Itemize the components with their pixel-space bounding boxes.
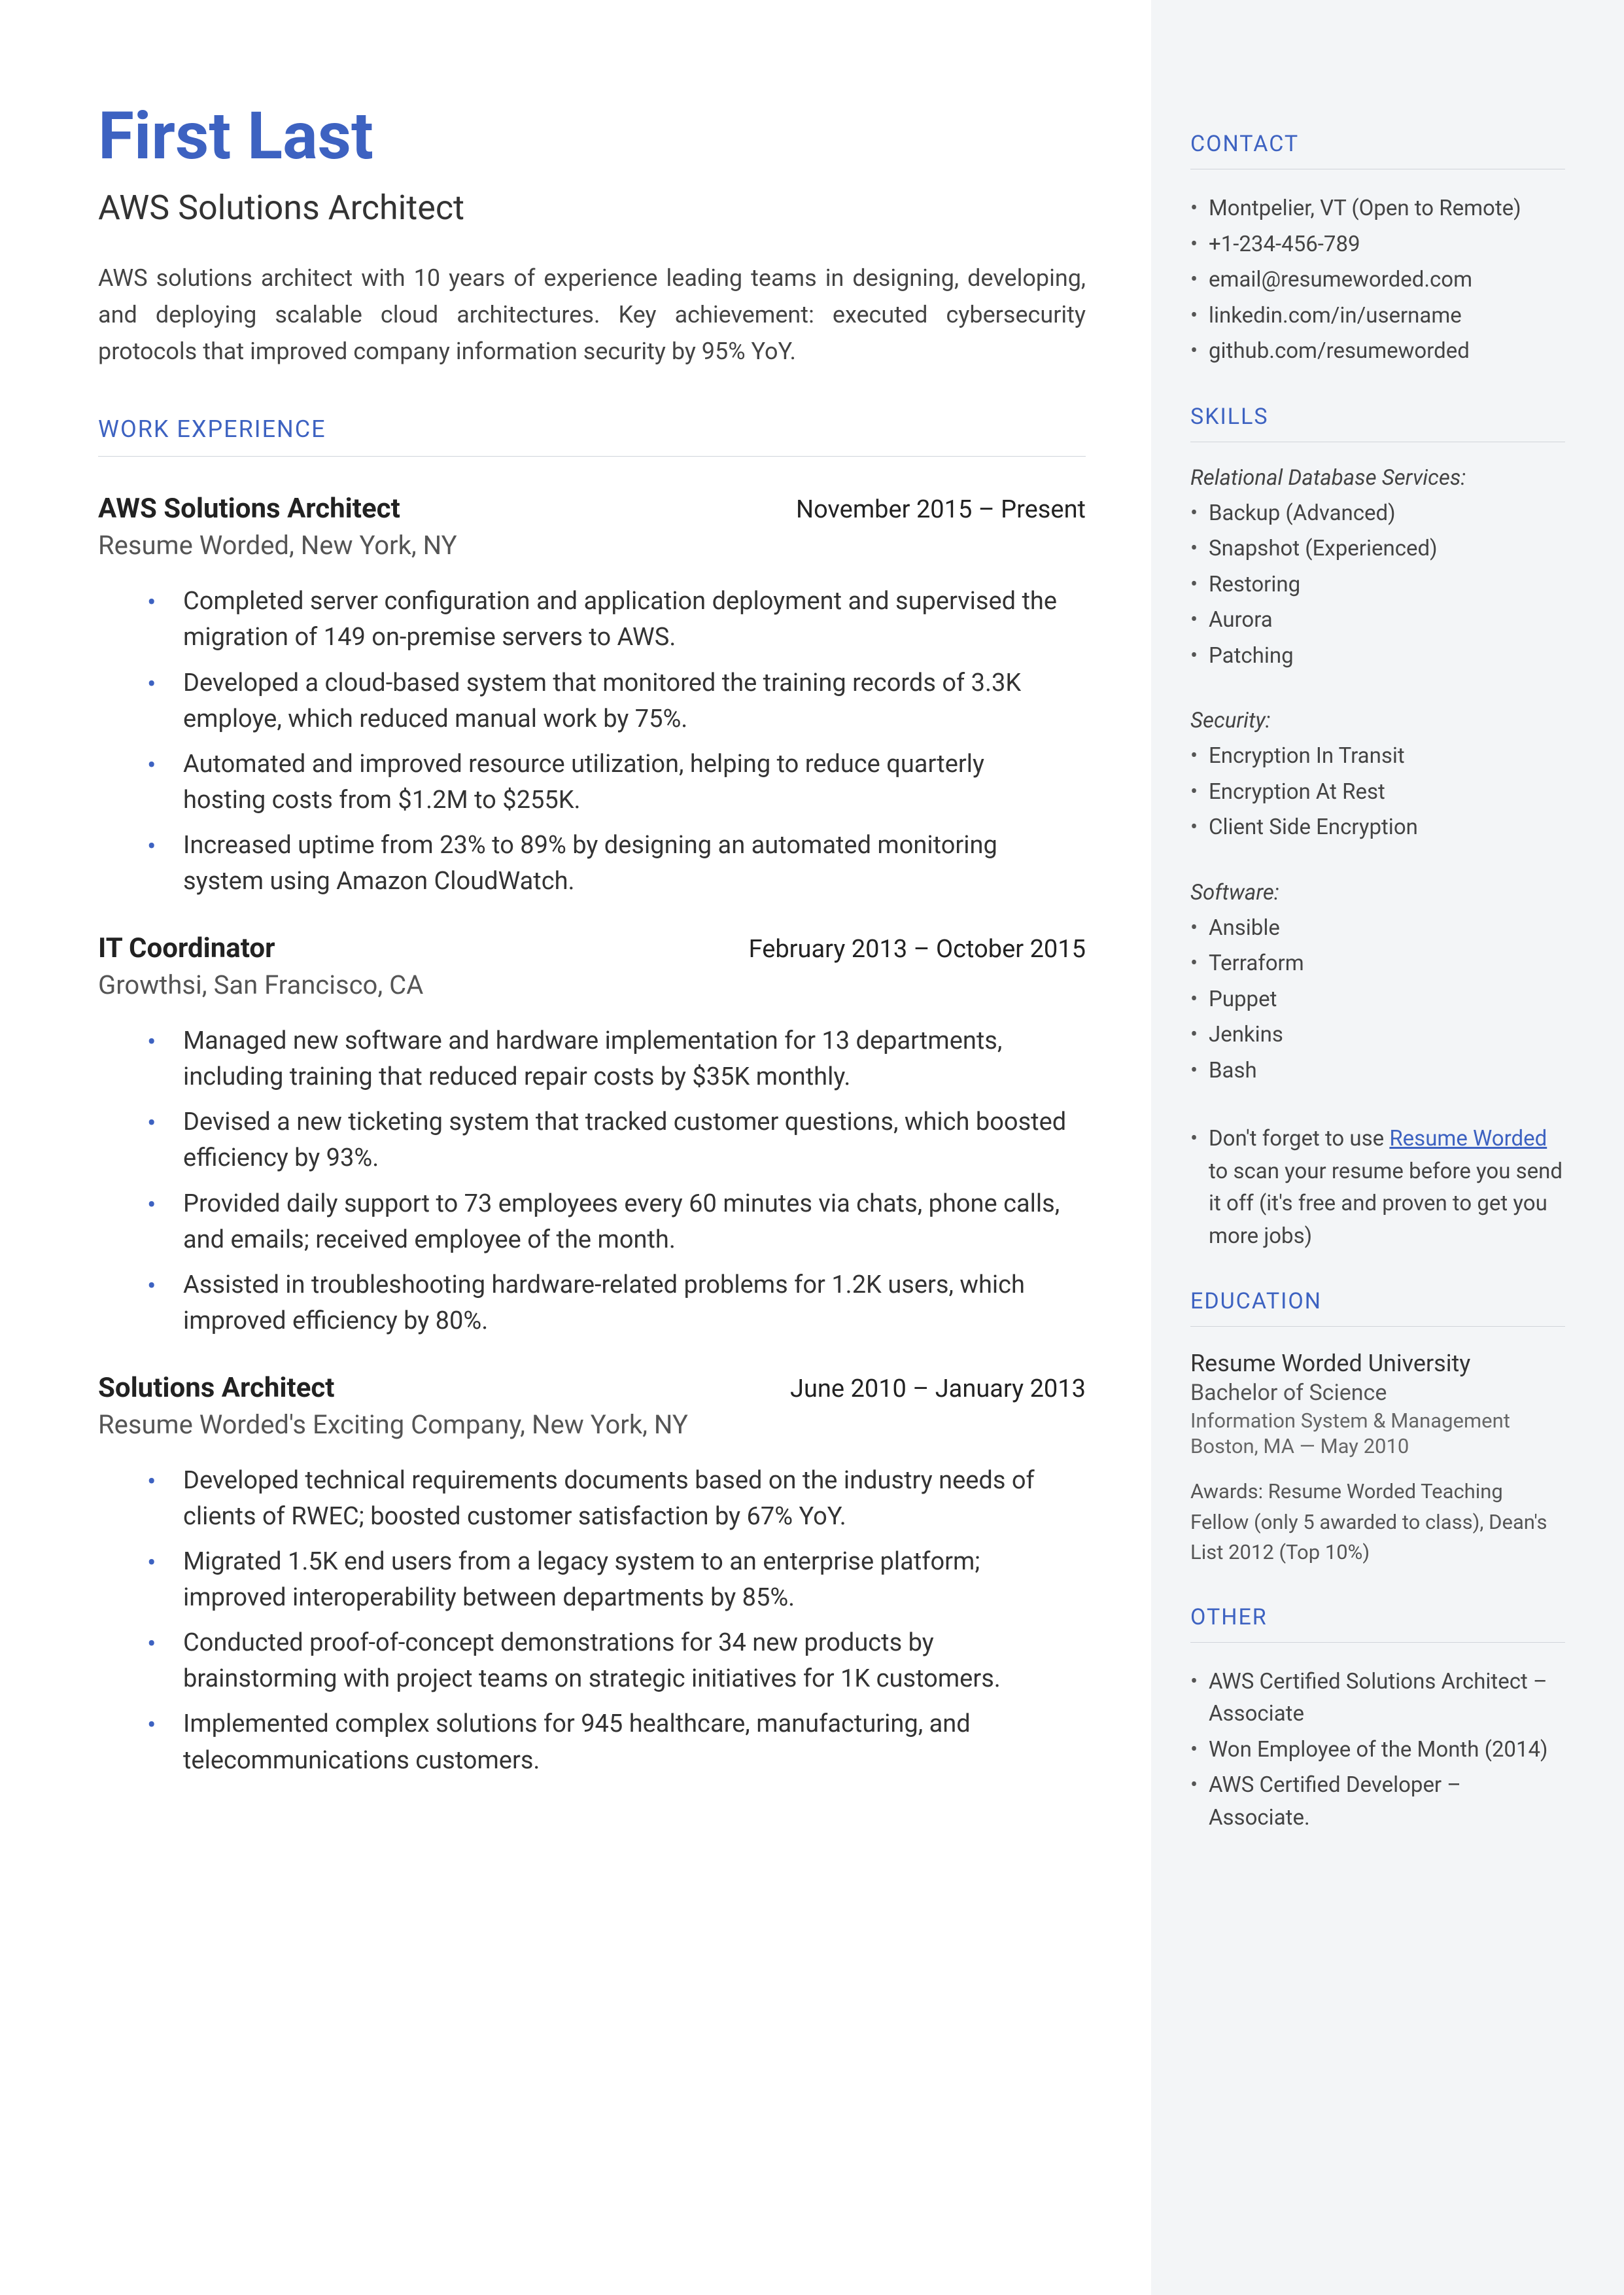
skill-item: Snapshot (Experienced) [1190, 533, 1565, 565]
contact-item: github.com/resumeworded [1190, 335, 1565, 368]
job-header: Solutions Architect June 2010 – January … [98, 1372, 1086, 1404]
job-bullet: Migrated 1.5K end users from a legacy sy… [183, 1544, 1086, 1616]
job-dates: November 2015 – Present [796, 495, 1086, 524]
job-title-heading: AWS Solutions Architect [98, 188, 1086, 228]
other-item: AWS Certified Developer – Associate. [1190, 1769, 1565, 1834]
job-title: AWS Solutions Architect [98, 493, 400, 525]
education-school: Resume Worded University [1190, 1350, 1565, 1377]
skill-item: Client Side Encryption [1190, 811, 1565, 844]
job-bullet: Developed technical requirements documen… [183, 1463, 1086, 1535]
contact-list: Montpelier, VT (Open to Remote)+1-234-45… [1190, 192, 1565, 368]
sidebar-note: Don't forget to use Resume Worded to sca… [1190, 1123, 1565, 1252]
job-bullets: Managed new software and hardware implem… [98, 1023, 1086, 1339]
education-awards: Awards: Resume Worded Teaching Fellow (o… [1190, 1477, 1565, 1568]
job-company: Resume Worded's Exciting Company, New Yo… [98, 1409, 1086, 1440]
job-title: Solutions Architect [98, 1372, 335, 1404]
skill-item: Bash [1190, 1055, 1565, 1087]
skill-item: Restoring [1190, 569, 1565, 601]
divider [98, 456, 1086, 457]
contact-item: linkedin.com/in/username [1190, 300, 1565, 332]
job-bullet: Automated and improved resource utilizat… [183, 746, 1086, 818]
skill-item: Aurora [1190, 604, 1565, 637]
job-bullet: Devised a new ticketing system that trac… [183, 1104, 1086, 1176]
job-bullet: Managed new software and hardware implem… [183, 1023, 1086, 1095]
skills-group-heading: Relational Database Services: [1190, 465, 1565, 491]
other-item: Won Employee of the Month (2014) [1190, 1734, 1565, 1766]
job-bullet: Assisted in troubleshooting hardware-rel… [183, 1267, 1086, 1339]
skills-group-heading: Software: [1190, 880, 1565, 905]
work-experience-heading: WORK EXPERIENCE [98, 415, 1086, 443]
education-location: Boston, MA — May 2010 [1190, 1434, 1565, 1458]
note-suffix: to scan your resume before you send it o… [1209, 1159, 1563, 1249]
contact-item: Montpelier, VT (Open to Remote) [1190, 192, 1565, 225]
job-header: IT Coordinator February 2013 – October 2… [98, 932, 1086, 964]
other-heading: OTHER [1190, 1604, 1565, 1630]
other-item: AWS Certified Solutions Architect – Asso… [1190, 1666, 1565, 1730]
job-entry: Solutions Architect June 2010 – January … [98, 1372, 1086, 1779]
job-dates: February 2013 – October 2015 [749, 935, 1086, 964]
contact-heading: CONTACT [1190, 131, 1565, 157]
skill-item: Puppet [1190, 983, 1565, 1016]
contact-item: email@resumeworded.com [1190, 264, 1565, 296]
contact-item: +1-234-456-789 [1190, 228, 1565, 261]
skills-list: Backup (Advanced)Snapshot (Experienced) R… [1190, 497, 1565, 673]
job-bullet: Completed server configuration and appli… [183, 584, 1086, 656]
education-heading: EDUCATION [1190, 1288, 1565, 1314]
skills-heading: SKILLS [1190, 404, 1565, 430]
divider [1190, 1326, 1565, 1327]
skills-list: Encryption In TransitEncryption At RestC… [1190, 740, 1565, 844]
skill-item: Patching [1190, 640, 1565, 673]
job-entry: AWS Solutions Architect November 2015 – … [98, 493, 1086, 900]
divider [1190, 1642, 1565, 1643]
job-company: Resume Worded, New York, NY [98, 530, 1086, 561]
education-degree: Bachelor of Science [1190, 1380, 1565, 1406]
summary-text: AWS solutions architect with 10 years of… [98, 260, 1086, 370]
note-prefix: Don't forget to use [1209, 1126, 1389, 1151]
job-entry: IT Coordinator February 2013 – October 2… [98, 932, 1086, 1339]
job-header: AWS Solutions Architect November 2015 – … [98, 493, 1086, 525]
job-bullet: Developed a cloud-based system that moni… [183, 665, 1086, 737]
job-bullet: Provided daily support to 73 employees e… [183, 1186, 1086, 1258]
jobs-container: AWS Solutions Architect November 2015 – … [98, 493, 1086, 1778]
skill-item: Jenkins [1190, 1019, 1565, 1051]
skill-item: Ansible [1190, 912, 1565, 945]
skills-list: AnsibleTerraformPuppetJenkins Bash [1190, 912, 1565, 1087]
skill-item: Encryption In Transit [1190, 740, 1565, 773]
skill-item: Encryption At Rest [1190, 776, 1565, 809]
job-bullet: Implemented complex solutions for 945 he… [183, 1706, 1086, 1778]
resume-worded-link[interactable]: Resume Worded [1389, 1126, 1547, 1151]
job-bullet: Conducted proof-of-concept demonstration… [183, 1625, 1086, 1697]
job-bullets: Developed technical requirements documen… [98, 1463, 1086, 1779]
sidebar-column: CONTACT Montpelier, VT (Open to Remote)+… [1151, 0, 1624, 2295]
main-column: First Last AWS Solutions Architect AWS s… [0, 0, 1151, 2295]
job-title: IT Coordinator [98, 932, 275, 964]
skill-item: Backup (Advanced) [1190, 497, 1565, 530]
job-bullet: Increased uptime from 23% to 89% by desi… [183, 828, 1086, 900]
other-list: AWS Certified Solutions Architect – Asso… [1190, 1666, 1565, 1834]
job-company: Growthsi, San Francisco, CA [98, 970, 1086, 1000]
person-name: First Last [98, 98, 1086, 175]
skill-item: Terraform [1190, 947, 1565, 980]
education-field: Information System & Management [1190, 1409, 1565, 1433]
job-bullets: Completed server configuration and appli… [98, 584, 1086, 900]
job-dates: June 2010 – January 2013 [790, 1375, 1086, 1403]
skills-group-heading: Security: [1190, 708, 1565, 733]
